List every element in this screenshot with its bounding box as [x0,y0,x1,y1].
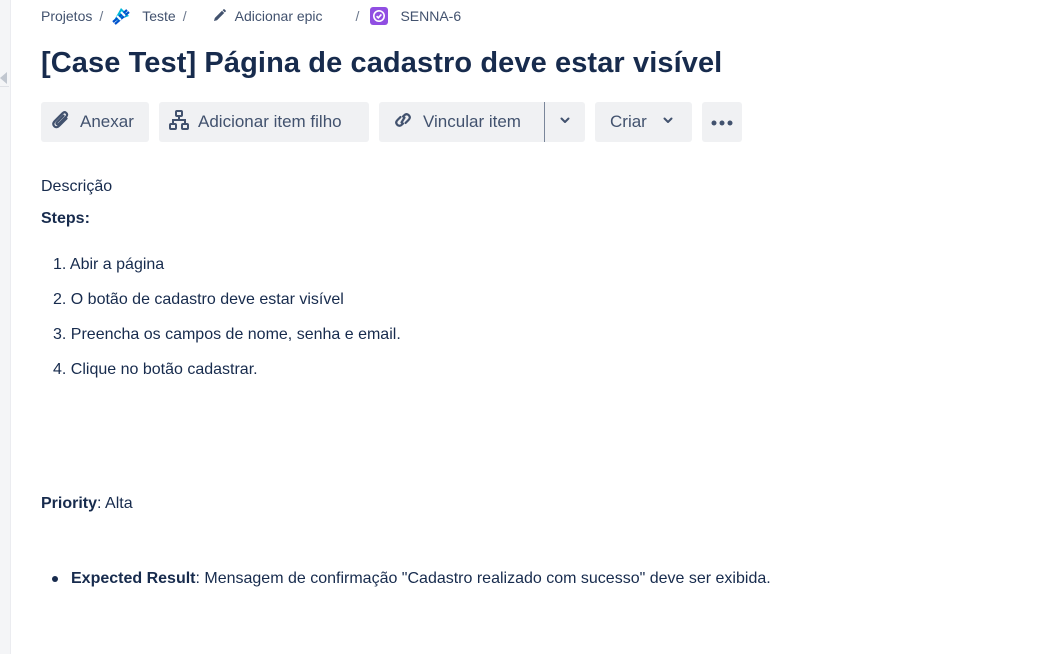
description-heading: Descrição [41,178,113,195]
list-item: 3. Preencha os campos de nome, senha e e… [53,326,401,343]
breadcrumb-separator: / [182,8,187,24]
breadcrumb-issue-link[interactable]: SENNA-6 [367,6,461,26]
attach-label: Anexar [80,112,134,131]
list-item: 1. Abir a página [53,256,165,273]
expected-result-value: : Mensagem de confirmação "Cadastro real… [195,570,771,587]
expected-result-item: Expected Result: Mensagem de confirmação… [52,570,771,588]
priority-label: Priority [41,495,98,512]
breadcrumb-separator: / [355,8,360,24]
link-issue-button[interactable]: Vincular item [379,102,544,142]
list-item: 4. Clique no botão cadastrar. [53,361,258,378]
collapse-handle-icon[interactable] [0,72,7,84]
priority-line: Priority: Alta [41,495,133,513]
list-item: 2. O botão de cadastro deve estar visíve… [53,291,344,308]
add-child-issue-button[interactable]: Adicionar item filho [159,102,369,142]
breadcrumb-project-label: Teste [142,8,176,24]
hierarchy-icon [168,109,190,136]
breadcrumb-epic-label: Adicionar epic [234,8,323,24]
project-avatar-icon [111,6,132,26]
chevron-down-icon [558,112,572,132]
add-child-label: Adicionar item filho [198,112,342,131]
rail-divider [0,86,9,87]
link-icon [391,109,415,136]
create-button[interactable]: Criar [595,102,692,142]
chevron-down-icon [661,112,675,132]
more-icon [710,112,734,132]
create-label: Criar [610,112,647,131]
steps-list: 1. Abir a página 2. O botão de cadastro … [53,255,401,395]
bullet-icon [52,576,58,582]
paperclip-icon [51,109,71,136]
more-actions-button[interactable] [702,102,742,142]
breadcrumb-add-epic-link[interactable]: Adicionar epic [195,8,323,24]
attach-button[interactable]: Anexar [41,102,149,142]
link-issue-label: Vincular item [423,112,521,131]
subtask-check-icon [369,6,389,26]
breadcrumb: Projetos / Teste / Adicionar epic / SENN… [41,5,461,27]
priority-value: : Alta [97,495,133,512]
expected-result-label: Expected Result [71,570,196,587]
page-title: [Case Test] Página de cadastro deve esta… [41,47,723,79]
breadcrumb-projects-link[interactable]: Projetos [41,8,92,24]
pencil-icon [211,8,227,24]
breadcrumb-separator: / [99,8,104,24]
steps-heading: Steps: [41,210,90,227]
breadcrumb-issue-key: SENNA-6 [400,8,462,24]
breadcrumb-project-link[interactable]: Teste [111,6,176,26]
left-sidebar-rail [0,0,11,654]
link-issue-dropdown-button[interactable] [545,102,585,142]
